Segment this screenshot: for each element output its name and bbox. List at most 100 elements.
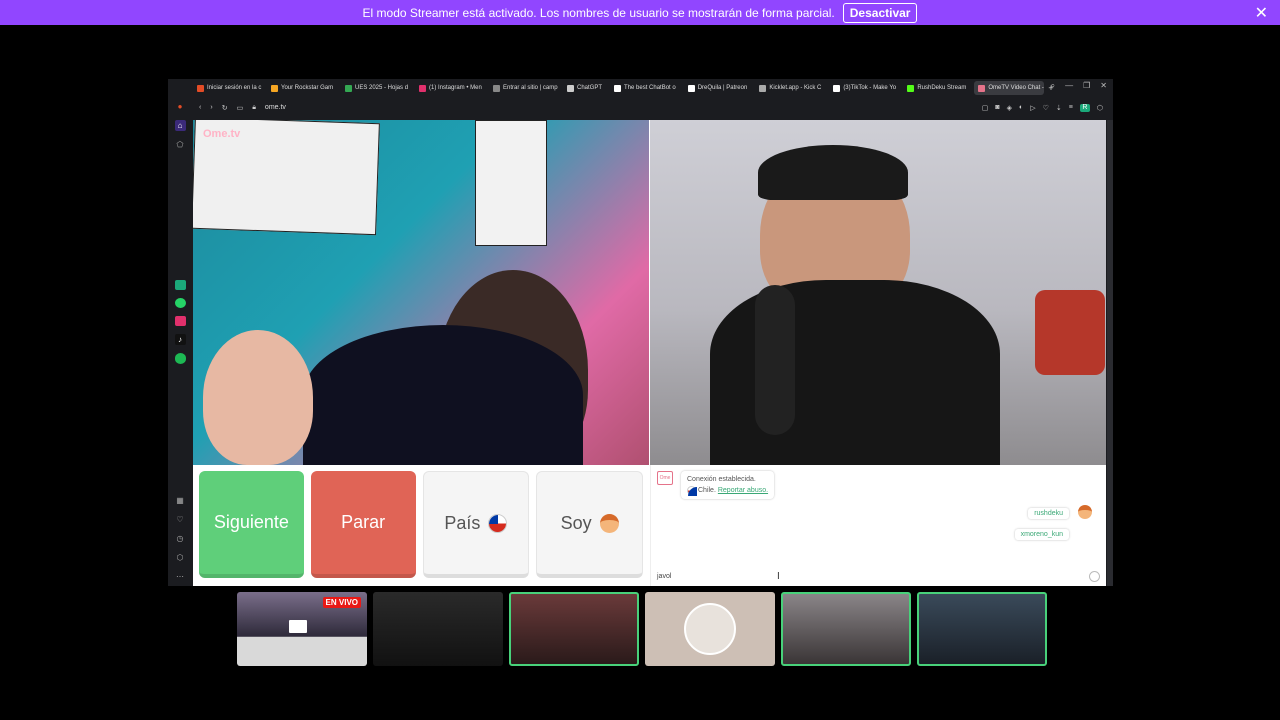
- back-icon[interactable]: ‹: [199, 104, 201, 111]
- tab-label: Your Rockstar Gam: [281, 85, 334, 91]
- tab-label: Kicklet.app - Kick C: [769, 85, 822, 91]
- instagram-icon[interactable]: [174, 316, 186, 327]
- close-icon[interactable]: ✕: [1255, 3, 1268, 23]
- profile-icon[interactable]: R: [1079, 103, 1090, 112]
- extensions-icon[interactable]: ⬡: [175, 552, 186, 563]
- play-icon[interactable]: ▷: [1030, 104, 1035, 112]
- lock-icon: 🔒︎: [252, 103, 256, 111]
- maximize-icon[interactable]: ❐: [1083, 81, 1090, 91]
- chat-panel: Ome Conexión establecida. Chile. Reporta…: [650, 465, 1106, 586]
- search-tabs-icon[interactable]: ⌕: [1051, 81, 1055, 91]
- browser-tab[interactable]: (1) Instagram • Men: [415, 81, 485, 95]
- vpn-icon[interactable]: ◐: [1019, 104, 1023, 112]
- hand-fan: [303, 325, 583, 465]
- own-torso: [710, 280, 1000, 465]
- download-icon[interactable]: ⇣: [1056, 104, 1062, 112]
- tab-favicon-icon: [567, 84, 574, 92]
- tab-favicon-icon: [419, 84, 426, 92]
- pin-icon[interactable]: ⬠: [175, 139, 186, 150]
- thumbnail-2[interactable]: [373, 592, 503, 666]
- thumbnail-1[interactable]: EN VIVO: [237, 592, 367, 666]
- close-window-icon[interactable]: ✕: [1100, 81, 1107, 91]
- reload-icon[interactable]: ↻: [222, 104, 228, 112]
- tab-label: ChatGPT: [577, 85, 603, 91]
- report-abuse-link[interactable]: Reportar abuso.: [718, 487, 768, 494]
- tiktok-icon[interactable]: ♪: [174, 334, 186, 346]
- tab-favicon-icon: [345, 84, 352, 92]
- stop-label: Parar: [341, 512, 386, 532]
- ometv-logo: Ome.tv: [203, 128, 241, 140]
- page-scrollbar[interactable]: [1107, 120, 1113, 586]
- tabs-icon[interactable]: ▭: [237, 104, 244, 112]
- chat-input[interactable]: javol: [657, 573, 671, 580]
- gender-button[interactable]: Soy: [536, 471, 643, 578]
- tab-label: Iniciar sesión en la c: [207, 85, 262, 91]
- text-cursor-icon: I: [777, 571, 780, 582]
- screen-share-icon: [289, 620, 307, 633]
- partner-video: Ome.tv: [193, 120, 649, 465]
- thumbnail-5[interactable]: [781, 592, 911, 666]
- browser-tab[interactable]: ChatGPT: [563, 81, 606, 95]
- tab-favicon-icon: [271, 84, 278, 92]
- tab-label: (1) Instagram • Men: [429, 85, 482, 91]
- boy-face-icon: [599, 513, 619, 533]
- opera-logo-icon[interactable]: ●: [175, 101, 186, 112]
- user-avatar-icon: [1078, 505, 1092, 519]
- user-tag-xmoreno: xmoreno_kun: [1014, 529, 1069, 540]
- tab-label: OmeTV Video Chat -: [988, 85, 1044, 91]
- browser-tab[interactable]: Kicklet.app - Kick C: [755, 81, 825, 95]
- browser-sidebar: ● ⌂ ⬠ ♪ ▦ ♡ ◷ ⬡ ⋯: [168, 97, 192, 586]
- gender-label: Soy: [560, 512, 592, 533]
- camera-icon[interactable]: ◙: [995, 104, 999, 112]
- browser-tab[interactable]: DreQuila | Patreon: [684, 81, 752, 95]
- next-button[interactable]: Siguiente: [199, 471, 304, 578]
- more-icon[interactable]: ⋯: [175, 571, 186, 582]
- heart-icon[interactable]: ♡: [175, 514, 186, 525]
- menu-icon[interactable]: ≡: [1069, 104, 1073, 112]
- live-badge: EN VIVO: [322, 597, 361, 608]
- shield-icon[interactable]: ◈: [1007, 104, 1012, 112]
- window-controls: ⌕ — ❐ ✕: [1051, 81, 1107, 91]
- thumbnail-3[interactable]: [509, 592, 639, 666]
- tab-label: RushDeku Stream: [917, 85, 967, 91]
- url-text[interactable]: ome.tv: [265, 104, 286, 111]
- tab-label: The best ChatBot o: [624, 85, 676, 91]
- whatsapp-icon[interactable]: [174, 297, 186, 309]
- country-text: Chile.: [698, 487, 716, 494]
- backpack: [1035, 290, 1105, 375]
- browser-tab[interactable]: Iniciar sesión en la c: [193, 81, 263, 95]
- streamer-mode-banner: El modo Streamer está activado. Los nomb…: [0, 0, 1280, 25]
- browser-tab[interactable]: RushDeku Stream: [903, 81, 970, 95]
- browser-tab[interactable]: Entrar al sitio | camp: [489, 81, 559, 95]
- forward-icon[interactable]: ›: [210, 104, 212, 111]
- user-tag-rushdeku: rushdeku: [1028, 508, 1069, 519]
- browser-tab[interactable]: The best ChatBot o: [610, 81, 680, 95]
- history-icon[interactable]: ◷: [175, 533, 186, 544]
- thumbnail-6[interactable]: [917, 592, 1047, 666]
- browser-tab[interactable]: OmeTV Video Chat -: [974, 81, 1045, 95]
- next-label: Siguiente: [213, 512, 289, 532]
- tab-favicon-icon: [493, 84, 500, 92]
- microphone: [755, 285, 795, 435]
- tab-favicon-icon: [759, 84, 767, 92]
- chatgpt-icon[interactable]: [174, 279, 186, 290]
- minimize-icon[interactable]: —: [1065, 81, 1073, 91]
- ometv-page: Ome.tv Siguiente Parar País Soy Ome Cone…: [193, 120, 1106, 586]
- stop-button[interactable]: Parar: [310, 471, 416, 578]
- country-button[interactable]: País: [422, 471, 530, 578]
- tab-bar: Iniciar sesión en la c Your Rockstar Gam U…: [193, 79, 1113, 97]
- thumbnail-4[interactable]: [645, 592, 775, 666]
- browser-tab[interactable]: Your Rockstar Gam: [267, 81, 337, 95]
- share-icon[interactable]: ▢: [982, 104, 989, 112]
- browser-tab[interactable]: (3)TikTok - Make Yo: [829, 81, 899, 95]
- tab-label: DreQuila | Patreon: [697, 85, 748, 91]
- browser-tab[interactable]: UES 2025 - Hojas d: [341, 81, 411, 95]
- apps-icon[interactable]: ▦: [175, 495, 186, 506]
- deactivate-button[interactable]: Desactivar: [842, 2, 918, 23]
- bookmark-heart-icon[interactable]: ♡: [1043, 104, 1049, 112]
- country-label: País: [444, 512, 481, 533]
- extension-puzzle-icon[interactable]: ⬡: [1097, 104, 1103, 112]
- spotify-icon[interactable]: [174, 353, 186, 364]
- emoji-picker-icon[interactable]: [1089, 571, 1100, 582]
- home-icon[interactable]: ⌂: [174, 120, 186, 131]
